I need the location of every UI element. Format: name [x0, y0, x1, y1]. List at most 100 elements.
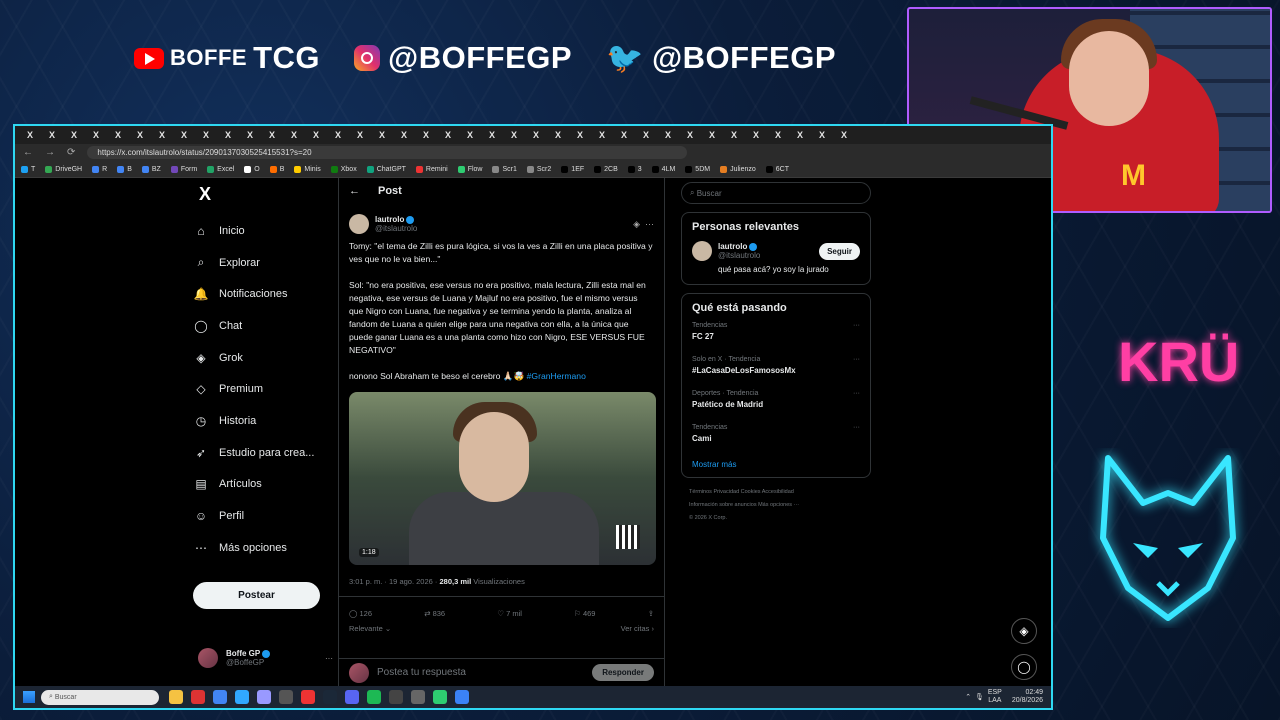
- browser-tab[interactable]: X: [349, 130, 371, 140]
- post-button[interactable]: Postear: [193, 582, 320, 609]
- app-icon-6[interactable]: [455, 690, 469, 704]
- browser-tab[interactable]: X: [503, 130, 525, 140]
- nav-item-estudio-para-crea[interactable]: ➶ Estudio para crea...: [193, 437, 343, 469]
- bookmark-item[interactable]: 3: [628, 166, 642, 173]
- relevant-person[interactable]: lautrolo @itslautrolo Seguir: [692, 241, 860, 261]
- bookmark-item[interactable]: 2CB: [594, 166, 618, 173]
- trend-item[interactable]: Tendencias Cami ···: [692, 424, 860, 458]
- view-quotes-link[interactable]: Ver citas ›: [621, 624, 654, 633]
- repost-action[interactable]: ⇄ 836: [424, 609, 445, 618]
- browser-tab[interactable]: X: [547, 130, 569, 140]
- url-input[interactable]: https://x.com/itslautrolo/status/2090137…: [87, 146, 688, 159]
- bookmark-item[interactable]: B: [117, 166, 132, 173]
- photoshop-icon[interactable]: [235, 690, 249, 704]
- browser-tab[interactable]: X: [459, 130, 481, 140]
- language-indicator[interactable]: ESP LAA: [988, 689, 1002, 705]
- trend-item[interactable]: Tendencias FC 27 ···: [692, 322, 860, 356]
- browser-tab[interactable]: X: [261, 130, 283, 140]
- bookmark-item[interactable]: Scr2: [527, 166, 551, 173]
- show-more-link[interactable]: Mostrar más: [692, 460, 860, 469]
- nav-item-notificaciones[interactable]: 🔔 Notificaciones: [193, 278, 343, 310]
- browser-tab[interactable]: X: [657, 130, 679, 140]
- reload-icon[interactable]: ⟳: [67, 147, 75, 158]
- grok-icon[interactable]: ◈ ···: [633, 219, 654, 230]
- nav-item-inicio[interactable]: ⌂ Inicio: [193, 215, 343, 247]
- app-icon-1[interactable]: [191, 690, 205, 704]
- like-action[interactable]: ♡ 7 mil: [497, 609, 522, 618]
- browser-tab[interactable]: X: [481, 130, 503, 140]
- app-icon-5[interactable]: [433, 690, 447, 704]
- grok-fab-icon[interactable]: ◈: [1011, 618, 1037, 644]
- search-input[interactable]: ⌕ Buscar: [681, 182, 871, 204]
- follow-button[interactable]: Seguir: [819, 242, 860, 260]
- bookmark-item[interactable]: Xbox: [331, 166, 357, 173]
- bookmark-item[interactable]: 5DM: [685, 166, 710, 173]
- bookmark-item[interactable]: Flow: [458, 166, 483, 173]
- browser-tab[interactable]: X: [63, 130, 85, 140]
- bookmark-item[interactable]: T: [21, 166, 35, 173]
- bookmark-item[interactable]: DriveGH: [45, 166, 82, 173]
- bookmark-item[interactable]: 6CT: [766, 166, 789, 173]
- bookmark-item[interactable]: Form: [171, 166, 197, 173]
- nav-item-perfil[interactable]: ☺ Perfil: [193, 500, 343, 532]
- chrome-icon[interactable]: [213, 690, 227, 704]
- browser-tab[interactable]: X: [635, 130, 657, 140]
- forward-icon[interactable]: →: [45, 147, 55, 158]
- bookmark-item[interactable]: ChatGPT: [367, 166, 406, 173]
- bookmark-action[interactable]: ⚐ 469: [574, 609, 595, 618]
- bookmark-item[interactable]: BZ: [142, 166, 161, 173]
- browser-tab[interactable]: X: [19, 130, 41, 140]
- browser-tab[interactable]: X: [525, 130, 547, 140]
- browser-tab[interactable]: X: [85, 130, 107, 140]
- browser-tab[interactable]: X: [723, 130, 745, 140]
- browser-tab[interactable]: X: [811, 130, 833, 140]
- more-icon[interactable]: ···: [853, 356, 860, 363]
- spotify-icon[interactable]: [367, 690, 381, 704]
- microphone-icon[interactable]: 🎙: [975, 693, 988, 701]
- bookmark-item[interactable]: 1EF: [561, 166, 584, 173]
- nav-item-chat[interactable]: ◯ Chat: [193, 310, 343, 342]
- windows-start-icon[interactable]: [23, 691, 35, 703]
- browser-tab[interactable]: X: [327, 130, 349, 140]
- browser-tab[interactable]: X: [745, 130, 767, 140]
- app-icon-2[interactable]: [279, 690, 293, 704]
- back-arrow-icon[interactable]: ←: [349, 185, 360, 197]
- back-icon[interactable]: ←: [23, 147, 33, 158]
- relevant-person-name[interactable]: lautrolo: [718, 242, 760, 251]
- browser-tab[interactable]: X: [569, 130, 591, 140]
- reply-input[interactable]: Postea tu respuesta: [377, 667, 466, 678]
- browser-tab[interactable]: X: [833, 130, 855, 140]
- browser-tab[interactable]: X: [129, 130, 151, 140]
- nav-item-artículos[interactable]: ▤ Artículos: [193, 469, 343, 501]
- browser-tab[interactable]: X: [789, 130, 811, 140]
- more-icon[interactable]: ···: [853, 390, 860, 397]
- chat-fab-icon[interactable]: ◯: [1011, 654, 1037, 680]
- browser-tab[interactable]: X: [283, 130, 305, 140]
- app-icon-4[interactable]: [411, 690, 425, 704]
- hashtag-link[interactable]: #GranHermano: [527, 371, 586, 381]
- more-icon[interactable]: ···: [325, 654, 333, 663]
- nav-item-grok[interactable]: ◈ Grok: [193, 342, 343, 374]
- taskbar-search[interactable]: ⌕ Buscar: [41, 689, 159, 705]
- bookmark-item[interactable]: Excel: [207, 166, 234, 173]
- bookmark-item[interactable]: Scr1: [492, 166, 516, 173]
- bookmark-item[interactable]: 4LM: [652, 166, 676, 173]
- browser-tab[interactable]: X: [415, 130, 437, 140]
- browser-tab[interactable]: X: [239, 130, 261, 140]
- footer-line-2[interactable]: Información sobre anuncios Más opciones …: [689, 499, 871, 512]
- browser-tab[interactable]: X: [217, 130, 239, 140]
- more-icon[interactable]: ···: [853, 424, 860, 431]
- browser-tab[interactable]: X: [591, 130, 613, 140]
- browser-tab[interactable]: X: [767, 130, 789, 140]
- bookmark-item[interactable]: O: [244, 166, 259, 173]
- relevant-person-avatar[interactable]: [692, 241, 712, 261]
- browser-tab[interactable]: X: [151, 130, 173, 140]
- browser-tab[interactable]: X: [393, 130, 415, 140]
- browser-tab[interactable]: X: [305, 130, 327, 140]
- browser-tab[interactable]: X: [371, 130, 393, 140]
- trend-item[interactable]: Solo en X · Tendencia #LaCasaDeLosFamosos…: [692, 356, 860, 390]
- sort-relevant-dropdown[interactable]: Relevante ⌄: [349, 624, 391, 633]
- steam-icon[interactable]: [323, 690, 337, 704]
- obs-icon[interactable]: [389, 690, 403, 704]
- browser-tab[interactable]: X: [173, 130, 195, 140]
